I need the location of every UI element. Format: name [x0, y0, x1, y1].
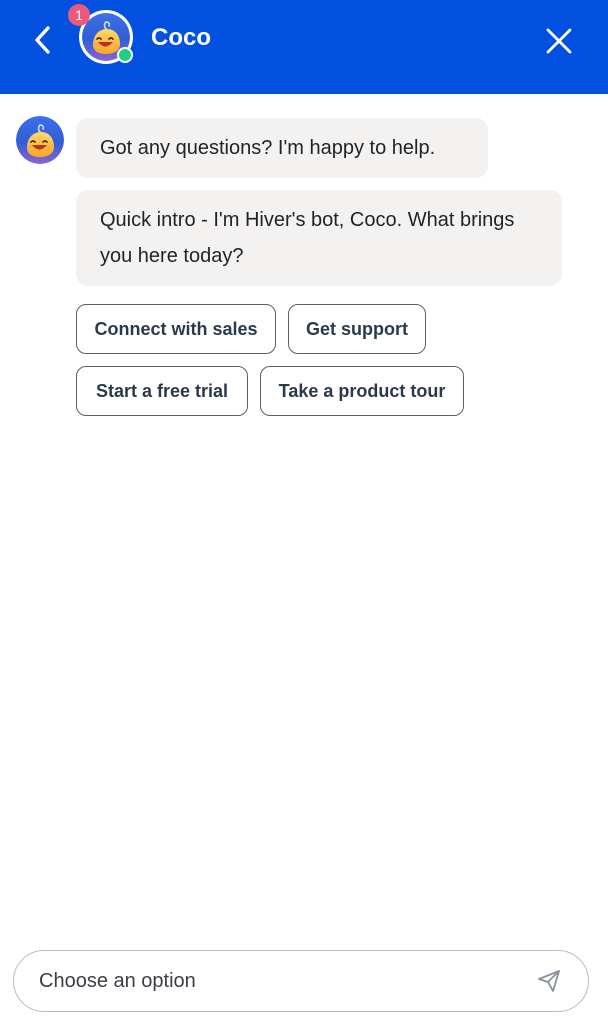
close-button[interactable]: [542, 24, 576, 58]
bot-face-icon: [16, 116, 64, 164]
quick-reply-product-tour[interactable]: Take a product tour: [260, 366, 464, 416]
message-avatar: [16, 116, 64, 164]
bot-message: Got any questions? I'm happy to help.: [76, 118, 488, 178]
chat-title: Coco: [151, 24, 211, 51]
quick-reply-connect-with-sales[interactable]: Connect with sales: [76, 304, 276, 354]
close-icon: [546, 28, 572, 54]
input-placeholder: Choose an option: [39, 970, 196, 992]
bot-message: Quick intro - I'm Hiver's bot, Coco. Wha…: [76, 190, 562, 286]
send-button[interactable]: [536, 968, 562, 994]
quick-reply-start-free-trial[interactable]: Start a free trial: [76, 366, 248, 416]
chevron-left-icon: [35, 26, 50, 54]
message-input[interactable]: Choose an option: [13, 950, 589, 1012]
quick-reply-get-support[interactable]: Get support: [288, 304, 426, 354]
notification-badge: 1: [68, 4, 90, 26]
back-button[interactable]: [26, 20, 62, 60]
send-icon: [538, 970, 560, 992]
online-status-indicator: [117, 47, 133, 63]
chat-header: 1 Coco: [0, 0, 608, 94]
